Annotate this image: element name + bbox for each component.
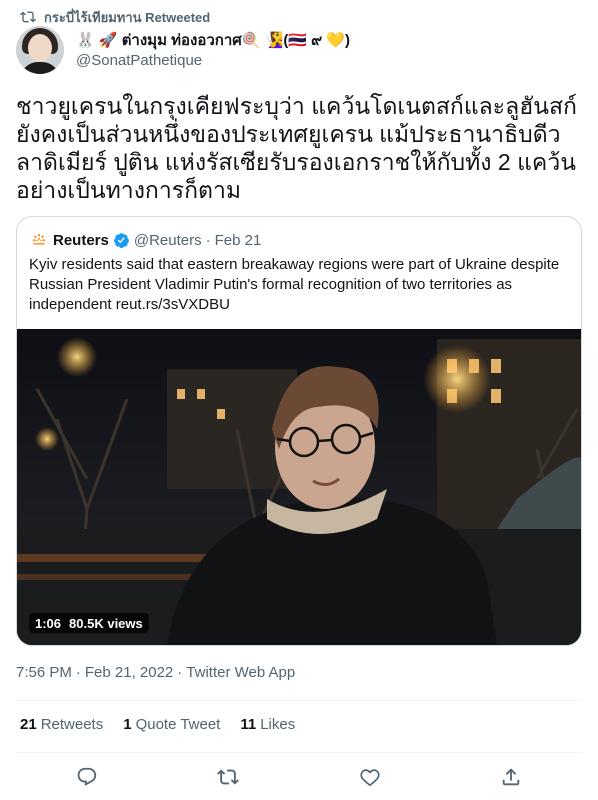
quoted-tweet-header: Reuters @Reuters · Feb 21	[29, 230, 261, 250]
avatar[interactable]	[16, 26, 64, 74]
video-info-badge: 1:06 80.5K views	[29, 613, 149, 633]
quote-tweets-count: 1	[123, 716, 132, 733]
tweet-time[interactable]: 7:56 PM	[16, 664, 72, 684]
likes-label: Likes	[260, 716, 296, 733]
like-button[interactable]	[353, 762, 387, 792]
reply-button[interactable]	[70, 762, 104, 792]
video-views: 80.5K views	[69, 615, 143, 631]
retweets-count: 21	[20, 716, 37, 733]
share-icon	[503, 768, 520, 786]
author-display-name[interactable]: 🐰 🚀 ต่างมุม ท่องอวกาศ🍭 🧏‍♀️(🇹🇭 ๙ 💛)	[76, 31, 350, 51]
video-thumbnail	[17, 329, 581, 645]
author-names: 🐰 🚀 ต่างมุม ท่องอวกาศ🍭 🧏‍♀️(🇹🇭 ๙ 💛) @Son…	[76, 26, 350, 76]
retweet-header[interactable]: กระบี่ไร้เทียมทาน Retweeted	[20, 8, 210, 26]
quoted-author-name[interactable]: Reuters	[53, 232, 109, 249]
likes-stat[interactable]: 11 Likes	[240, 716, 295, 736]
retweet-button[interactable]	[211, 762, 245, 792]
tweet-text: ชาวยูเครนในกรุงเคียฟระบุว่า แคว้นโดเนตสก…	[16, 93, 577, 203]
tweet-actions	[16, 762, 582, 792]
like-icon	[360, 769, 380, 787]
video-player[interactable]: 1:06 80.5K views	[17, 329, 581, 645]
quoted-author-handle[interactable]: @Reuters	[134, 232, 202, 249]
meta-separator: ·	[75, 664, 81, 681]
quote-tweets-label: Quote Tweet	[135, 716, 221, 733]
divider	[16, 700, 582, 701]
tweet-stats: 21 Retweets 1 Quote Tweet 11 Likes	[20, 716, 295, 736]
meta-separator: ·	[177, 664, 183, 681]
quoted-date[interactable]: Feb 21	[215, 232, 262, 249]
tweet-detail: กระบี่ไร้เทียมทาน Retweeted 🐰 🚀 ต่างมุม …	[0, 0, 598, 800]
video-duration: 1:06	[35, 615, 62, 631]
retweet-icon	[20, 11, 36, 23]
retweets-label: Retweets	[40, 716, 104, 733]
retweets-stat[interactable]: 21 Retweets	[20, 716, 103, 736]
share-button[interactable]	[494, 762, 528, 792]
author-handle[interactable]: @SonatPathetique	[76, 51, 350, 71]
retweet-header-text: กระบี่ไร้เทียมทาน Retweeted	[44, 9, 211, 25]
retweet-icon	[217, 769, 240, 785]
tweet-date[interactable]: Feb 21, 2022	[85, 664, 173, 684]
quote-tweets-stat[interactable]: 1 Quote Tweet	[123, 716, 220, 736]
reply-icon	[77, 767, 96, 786]
quoted-separator: ·	[205, 231, 211, 249]
likes-count: 11	[240, 716, 257, 733]
tweet-author: 🐰 🚀 ต่างมุม ท่องอวกาศ🍭 🧏‍♀️(🇹🇭 ๙ 💛) @Son…	[16, 26, 350, 76]
quoted-tweet-text: Kyiv residents said that eastern breakaw…	[29, 256, 560, 313]
quoted-tweet[interactable]: Reuters @Reuters · Feb 21 Kyiv residents…	[16, 216, 582, 646]
divider	[16, 752, 582, 753]
tweet-source-app[interactable]: Twitter Web App	[186, 664, 295, 684]
verified-badge-icon	[113, 232, 129, 248]
tweet-meta: 7:56 PM · Feb 21, 2022 · Twitter Web App	[16, 664, 295, 684]
reuters-logo-icon	[29, 230, 49, 250]
